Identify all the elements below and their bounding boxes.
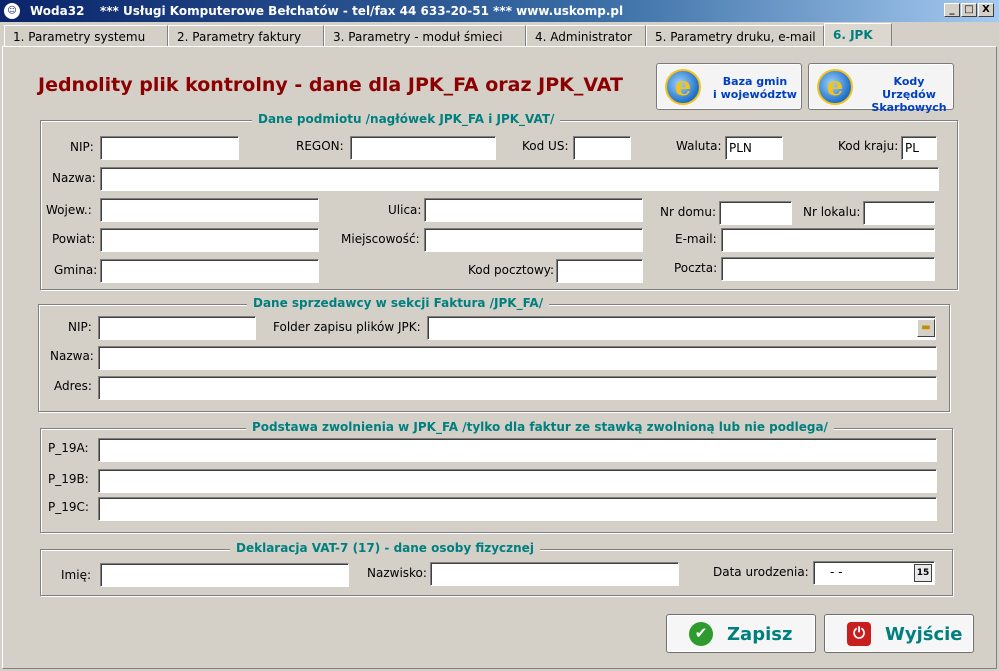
gmina-input[interactable] [100, 259, 319, 283]
adres-input[interactable] [98, 376, 937, 400]
p19c-input[interactable] [98, 497, 937, 521]
ulica-input[interactable] [424, 198, 643, 222]
tab-modul-smieci[interactable]: 3. Parametry - moduł śmieci [324, 25, 526, 47]
ulica-label: Ulica: [388, 203, 422, 217]
waluta-label: Waluta: [676, 139, 722, 153]
tab-parametry-druku[interactable]: 5. Parametry druku, e-mail [646, 25, 824, 47]
nr-lokalu-label: Nr lokalu: [803, 205, 861, 219]
nr-domu-input[interactable] [719, 201, 792, 225]
tab-bar: 1. Parametry systemu 2. Parametry faktur… [2, 23, 997, 47]
baza-gmin-button[interactable]: e Baza gmin i województw [656, 63, 802, 110]
wojew-label: Wojew.: [46, 203, 92, 217]
title-bar: ☺ Woda32 *** Usługi Komputerowe Bełcható… [0, 0, 999, 22]
folder-icon[interactable]: ▬ [917, 319, 935, 337]
nr-lokalu-input[interactable] [863, 201, 935, 225]
internet-explorer-icon: e [817, 69, 853, 105]
kod-us-label: Kod US: [522, 139, 569, 153]
poczta-label: Poczta: [674, 261, 718, 275]
waluta-input[interactable] [725, 136, 783, 160]
email-label: E-mail: [675, 232, 717, 246]
maximize-button[interactable]: □ [961, 3, 977, 17]
podmiot-legend: Dane podmiotu /nagłówek JPK_FA i JPK_VAT… [252, 112, 561, 126]
regon-input[interactable] [350, 136, 496, 160]
calendar-icon[interactable]: 15 [914, 564, 932, 582]
zwolnienie-legend: Podstawa zwolnienia w JPK_FA /tylko dla … [246, 420, 834, 434]
folder-label: Folder zapisu plików JPK: [273, 320, 421, 334]
powiat-input[interactable] [100, 228, 319, 252]
miejscowosc-label: Miejscowość: [341, 232, 420, 246]
wyjscie-label: Wyjście [885, 624, 963, 645]
wojew-input[interactable] [100, 198, 319, 222]
regon-label: REGON: [296, 139, 344, 153]
sprzedawca-legend: Dane sprzedawcy w sekcji Faktura /JPK_FA… [247, 296, 550, 310]
powiat-label: Powiat: [52, 232, 96, 246]
p19b-label: P_19B: [48, 472, 89, 486]
miejscowosc-input[interactable] [424, 228, 643, 252]
imie-label: Imię: [61, 568, 91, 582]
imie-input[interactable] [100, 563, 349, 587]
nazwisko-input[interactable] [430, 562, 679, 586]
p19a-input[interactable] [98, 438, 937, 462]
folder-input[interactable] [427, 316, 936, 340]
nazwa-input[interactable] [100, 167, 939, 191]
kody-urzedow-button[interactable]: e Kody Urzędów Skarbowych [808, 63, 954, 114]
baza-gmin-label: Baza gmin i województw [713, 75, 797, 101]
tab-parametry-systemu[interactable]: 1. Parametry systemu [4, 25, 168, 47]
checkmark-icon: ✔ [689, 622, 713, 646]
tab-jpk[interactable]: 6. JPK [824, 23, 892, 47]
p19a-label: P_19A: [48, 441, 89, 455]
data-urodzenia-input[interactable]: - - 15 [813, 561, 935, 585]
kod-pocztowy-label: Kod pocztowy: [468, 263, 555, 277]
app-globe-icon[interactable]: ☺ [4, 3, 20, 19]
nr-domu-label: Nr domu: [660, 205, 717, 219]
gmina-label: Gmina: [54, 263, 98, 277]
data-urodzenia-label: Data urodzenia: [713, 565, 809, 579]
power-icon: ⏻ [847, 622, 871, 646]
email-input[interactable] [721, 228, 935, 252]
nip-label: NIP: [70, 140, 94, 154]
tab-parametry-faktury[interactable]: 2. Parametry faktury [168, 25, 324, 47]
zapisz-button[interactable]: ✔ Zapisz [666, 614, 816, 653]
p19b-input[interactable] [98, 469, 937, 493]
p19c-label: P_19C: [48, 500, 89, 514]
adres-label: Adres: [54, 379, 92, 393]
sprzedawca-nazwa-label: Nazwa: [50, 349, 94, 363]
minimize-button[interactable]: _ [944, 3, 960, 17]
nazwisko-label: Nazwisko: [367, 566, 427, 580]
app-name: Woda32 [30, 4, 85, 18]
vat7-legend: Deklaracja VAT-7 (17) - dane osoby fizyc… [230, 541, 540, 555]
sprzedawca-nip-input[interactable] [98, 316, 256, 340]
poczta-input[interactable] [721, 257, 935, 281]
kod-kraju-label: Kod kraju: [838, 139, 899, 153]
sprzedawca-nip-label: NIP: [68, 320, 92, 334]
internet-explorer-icon: e [665, 69, 701, 105]
page-title: Jednolity plik kontrolny - dane dla JPK_… [38, 74, 623, 96]
kody-urzedow-label: Kody Urzędów Skarbowych [871, 75, 947, 114]
nip-input[interactable] [100, 136, 239, 160]
close-button[interactable]: X [978, 3, 994, 17]
wyjscie-button[interactable]: ⏻ Wyjście [824, 614, 974, 653]
app-info: *** Usługi Komputerowe Bełchatów - tel/f… [100, 4, 624, 18]
tab-administrator[interactable]: 4. Administrator [526, 25, 646, 47]
kod-pocztowy-input[interactable] [556, 259, 643, 283]
zapisz-label: Zapisz [727, 624, 793, 645]
nazwa-label: Nazwa: [52, 171, 96, 185]
kod-us-input[interactable] [573, 136, 631, 160]
sprzedawca-nazwa-input[interactable] [98, 346, 937, 370]
data-urodzenia-value: - - [830, 565, 843, 579]
kod-kraju-input[interactable] [901, 136, 937, 160]
